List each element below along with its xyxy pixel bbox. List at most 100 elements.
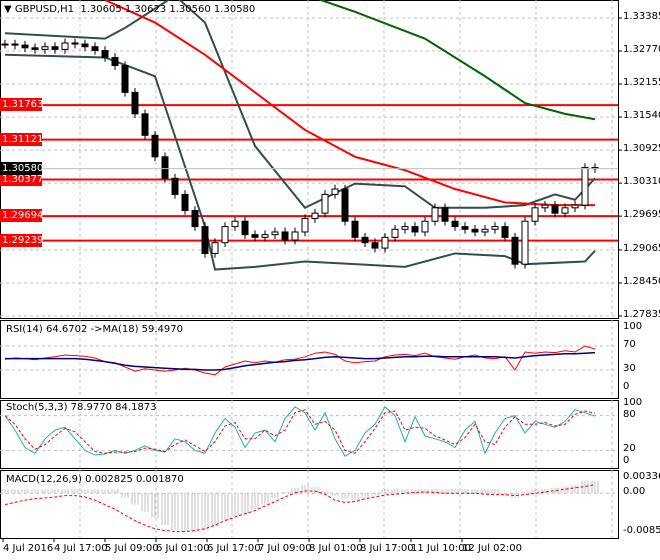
stoch-tick-label: 0 xyxy=(623,455,630,466)
time-tick-label: 8 Jul 17:00 xyxy=(360,543,414,554)
candle-body xyxy=(551,204,559,214)
candle-body xyxy=(31,47,39,50)
level-tag: 1.31121 xyxy=(0,132,44,146)
candle-body xyxy=(231,220,239,228)
candle-body xyxy=(521,220,529,265)
stoch-title: Stoch(5,3,3) 78.9770 84.1873 xyxy=(6,402,157,413)
candle-body xyxy=(461,226,469,230)
candle-body xyxy=(411,226,419,233)
candle-body xyxy=(131,91,139,115)
candle-body xyxy=(21,44,29,49)
candle-body xyxy=(91,46,99,51)
stoch-tick-label: 80 xyxy=(623,408,636,420)
candle-body xyxy=(11,43,19,46)
stoch-main-line xyxy=(4,406,596,457)
candle-body xyxy=(51,46,59,50)
candle-body xyxy=(101,49,109,58)
candle-body xyxy=(141,113,149,136)
price-tick-label: 1.32155 xyxy=(623,77,660,89)
ohlc-label: 1.30605 1.30623 1.30560 1.30580 xyxy=(80,4,256,15)
candle-body xyxy=(531,207,539,222)
candle-body xyxy=(321,193,329,214)
candle-body xyxy=(451,220,459,228)
candle-body xyxy=(361,236,369,244)
candle-body xyxy=(71,42,79,45)
candle-body xyxy=(471,228,479,233)
bollinger-upper xyxy=(4,0,596,210)
price-tick-label: 1.31540 xyxy=(623,110,660,122)
candle-body xyxy=(341,188,349,222)
candle-body xyxy=(271,231,279,236)
macd-tick-label: 0.00 xyxy=(623,486,646,498)
level-tag: 1.29694 xyxy=(0,209,44,223)
price-tick-label: 1.29695 xyxy=(623,209,660,221)
candle-body xyxy=(391,228,399,238)
candle-body xyxy=(501,226,509,238)
dropdown-arrow-icon[interactable]: ▼ xyxy=(4,4,12,15)
candle-body xyxy=(261,234,269,238)
candle-body xyxy=(351,220,359,238)
candle-body xyxy=(151,134,159,158)
candle-body xyxy=(121,65,129,93)
candle-body xyxy=(241,220,249,236)
candle-body xyxy=(561,207,569,214)
time-tick-label: 6 Jul 17:00 xyxy=(207,543,261,554)
candle-body xyxy=(541,204,549,209)
price-tick-label: 1.30310 xyxy=(623,176,660,188)
candle-body xyxy=(311,212,319,220)
ma-fast-line xyxy=(104,0,595,207)
level-tag: 1.29239 xyxy=(0,233,44,247)
candle-body xyxy=(221,226,229,244)
macd-tick-label: 0.003365 xyxy=(623,471,660,482)
stoch-tick-label: 100 xyxy=(623,397,643,408)
candle-body xyxy=(181,193,189,211)
time-tick-label: 6 Jul 01:00 xyxy=(156,543,210,554)
time-tick-label: 4 Jul 17:00 xyxy=(54,543,108,554)
candle-body xyxy=(441,207,449,222)
candle-body xyxy=(331,188,339,195)
current-price-tag: 1.30580 xyxy=(0,161,44,175)
candle-body xyxy=(431,207,439,222)
price-tick-label: 1.30925 xyxy=(623,143,660,155)
time-tick-label: 12 Jul 02:00 xyxy=(462,543,522,554)
rsi-tick-label: 0 xyxy=(623,381,630,392)
candle-body xyxy=(371,242,379,249)
candle-body xyxy=(191,209,199,228)
candle-body xyxy=(301,218,309,233)
rsi-title: RSI(14) 64.6702 ->MA(18) 59.4970 xyxy=(6,324,183,335)
candle-body xyxy=(421,220,429,233)
candle-body xyxy=(41,46,49,50)
level-tag: 1.31763 xyxy=(0,98,44,112)
candle-body xyxy=(201,226,209,254)
candle-body xyxy=(111,56,119,67)
candle-body xyxy=(581,167,589,206)
time-tick-label: 4 Jul 2016 xyxy=(3,543,54,554)
rsi-tick-label: 30 xyxy=(623,363,636,374)
candle-body xyxy=(291,231,299,241)
time-tick-label: 7 Jul 09:00 xyxy=(258,543,312,554)
candle-body xyxy=(81,43,89,48)
price-tick-label: 1.33385 xyxy=(623,11,660,22)
rsi-tick-label: 70 xyxy=(623,339,636,350)
candle-body xyxy=(61,42,69,50)
time-tick-label: 5 Jul 09:00 xyxy=(105,543,159,554)
price-tick-label: 1.27835 xyxy=(623,309,660,320)
candle-body xyxy=(481,228,489,233)
symbol-label: GBPUSD,H1 xyxy=(14,4,74,15)
time-tick-label: 8 Jul 01:00 xyxy=(309,543,363,554)
chart-header: ▼ GBPUSD,H1 1.30605 1.30623 1.30560 1.30… xyxy=(4,4,255,15)
candle-body xyxy=(281,231,289,241)
candle-body xyxy=(161,156,169,179)
candle-body xyxy=(571,204,579,209)
candle-body xyxy=(491,226,499,230)
candle-body xyxy=(251,234,259,238)
rsi-ma-line xyxy=(5,351,596,371)
macd-tick-label: -0.008506 xyxy=(623,525,660,536)
stoch-signal-line xyxy=(4,409,596,454)
stoch-tick-label: 20 xyxy=(623,443,636,455)
candle-body xyxy=(401,226,409,230)
candle-body xyxy=(171,177,179,195)
candle-body xyxy=(211,242,219,254)
price-tick-label: 1.29065 xyxy=(623,242,660,254)
rsi-tick-label: 100 xyxy=(623,321,643,332)
